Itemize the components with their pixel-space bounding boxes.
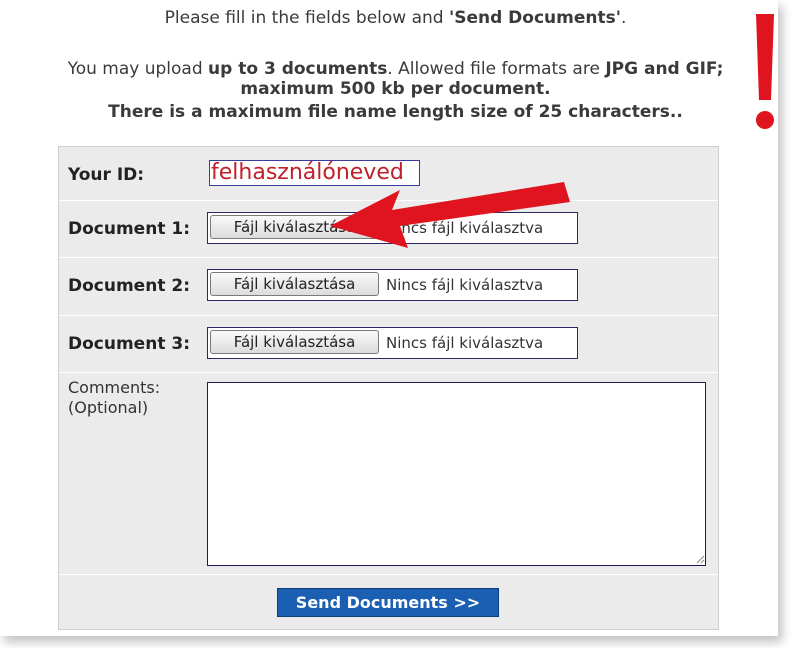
comments-textarea[interactable] bbox=[207, 382, 706, 566]
instructions-line-2: You may upload up to 3 documents. Allowe… bbox=[67, 59, 724, 79]
instructions-line-1: Please fill in the fields below and 'Sen… bbox=[164, 8, 627, 28]
instructions-line-3: maximum 500 kb per document. bbox=[240, 79, 551, 99]
your-id-label: Your ID: bbox=[68, 165, 145, 185]
document-2-choose-file-button[interactable]: Fájl kiválasztása bbox=[210, 272, 379, 296]
document-3-choose-file-button[interactable]: Fájl kiválasztása bbox=[210, 330, 379, 354]
document-3-label: Document 3: bbox=[68, 334, 190, 354]
comments-label: Comments: (Optional) bbox=[68, 378, 161, 417]
document-3-file-status: Nincs fájl kiválasztva bbox=[386, 334, 544, 352]
document-1-label: Document 1: bbox=[68, 219, 190, 239]
document-2-row: Document 2: Fájl kiválasztása Nincs fájl… bbox=[59, 258, 718, 316]
send-documents-button[interactable]: Send Documents >> bbox=[277, 588, 499, 617]
document-2-file-input[interactable]: Fájl kiválasztása Nincs fájl kiválasztva bbox=[207, 269, 578, 301]
instructions-line-4: There is a maximum file name length size… bbox=[108, 102, 683, 122]
exclamation-icon bbox=[756, 14, 774, 129]
resize-grip-icon[interactable] bbox=[695, 554, 705, 564]
document-2-label: Document 2: bbox=[68, 276, 190, 296]
document-3-row: Document 3: Fájl kiválasztása Nincs fájl… bbox=[59, 316, 718, 373]
red-arrow-icon bbox=[330, 182, 570, 248]
document-3-file-input[interactable]: Fájl kiválasztása Nincs fájl kiválasztva bbox=[207, 327, 578, 359]
document-2-file-status: Nincs fájl kiválasztva bbox=[386, 276, 544, 294]
